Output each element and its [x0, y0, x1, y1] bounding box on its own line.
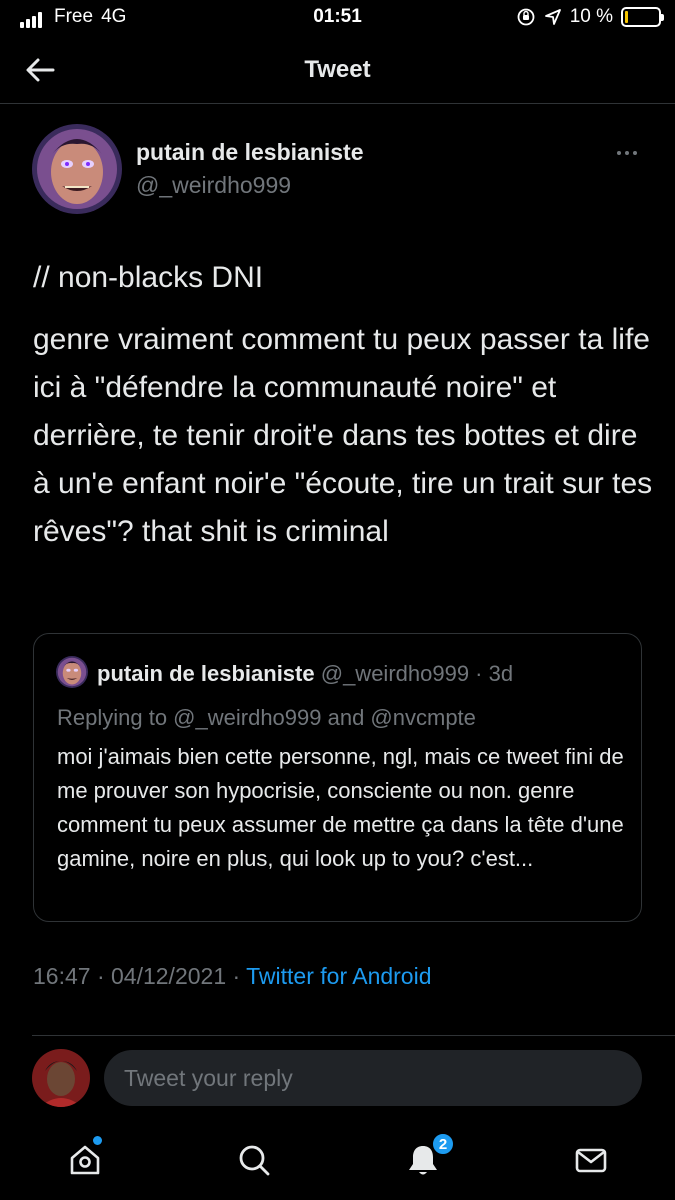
status-bar: Free 4G 01:51 10 % — [0, 0, 675, 36]
author-handle[interactable]: @_weirdho999 — [136, 172, 291, 199]
quoted-header: putain de lesbianiste @_weirdho999 · 3d — [97, 661, 513, 687]
author-name[interactable]: putain de lesbianiste — [136, 139, 364, 166]
messages-envelope-icon — [575, 1148, 607, 1173]
reply-input[interactable] — [104, 1050, 642, 1106]
search-icon — [239, 1145, 270, 1176]
notifications-badge: 2 — [431, 1132, 455, 1156]
tweet-paragraph: // non-blacks DNI — [33, 261, 264, 294]
nav-messages[interactable] — [569, 1138, 613, 1182]
status-right: 10 % — [516, 6, 664, 28]
quoted-author-name: putain de lesbianiste — [97, 661, 315, 686]
quoted-replying-to: Replying to @_weirdho999 and @nvcmpte — [57, 705, 476, 730]
tweet-paragraph: genre vraiment comment tu peux passer ta… — [33, 323, 653, 548]
home-icon — [70, 1145, 100, 1175]
user-avatar[interactable] — [32, 1049, 90, 1107]
divider — [32, 1035, 675, 1036]
tweet-timestamp: 16:47 · 04/12/2021 · — [33, 963, 247, 989]
quoted-author-avatar — [56, 656, 88, 688]
author-avatar[interactable] — [32, 124, 122, 214]
quoted-tweet-card[interactable]: putain de lesbianiste @_weirdho999 · 3d … — [33, 633, 642, 922]
nav-search[interactable] — [232, 1138, 276, 1182]
quoted-tweet-text: moi j'aimais bien cette personne, ngl, m… — [57, 744, 624, 871]
rotation-lock-icon — [517, 8, 535, 26]
page-title: Tweet — [304, 56, 371, 83]
quoted-author-handle: @_weirdho999 · 3d — [320, 661, 514, 686]
nav-home[interactable] — [63, 1136, 107, 1182]
more-dots-icon — [617, 151, 621, 155]
tweet-body: // non-blacks DNI genre vraiment comment… — [33, 254, 653, 556]
tweet-source-link[interactable]: Twitter for Android — [246, 963, 431, 989]
nav-notifications[interactable]: 2 — [401, 1132, 455, 1182]
bottom-navigation: 2 — [0, 1118, 675, 1200]
home-notification-dot — [93, 1136, 102, 1145]
location-arrow-icon — [544, 9, 561, 25]
more-options-button[interactable] — [612, 142, 642, 164]
top-app-bar: Tweet — [0, 36, 675, 104]
battery-icon — [621, 7, 664, 27]
battery-percent: 10 % — [569, 6, 613, 27]
battery-level — [625, 11, 629, 23]
tweet-meta: 16:47 · 04/12/2021 · Twitter for Android — [33, 963, 432, 990]
